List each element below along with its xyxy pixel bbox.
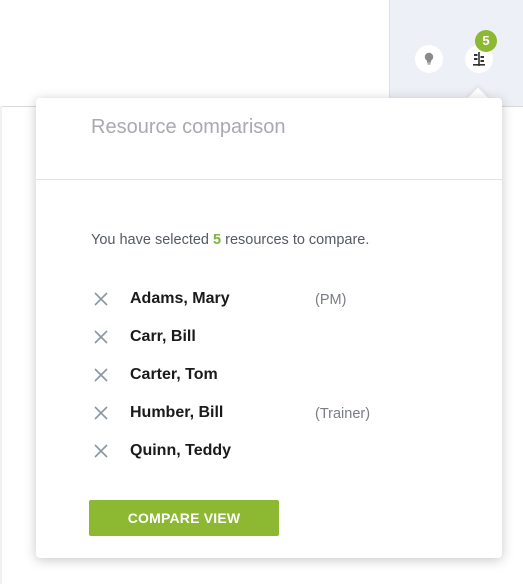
resource-comparison-popover: Resource comparison You have selected 5 … — [36, 98, 502, 558]
list-item: Quinn, Teddy — [36, 436, 502, 474]
resource-name: Adams, Mary — [130, 290, 230, 307]
resource-role: (PM) — [315, 292, 347, 308]
resource-role: (Trainer) — [315, 406, 371, 422]
compare-view-button[interactable]: COMPARE VIEW — [89, 500, 279, 536]
resource-name: Quinn, Teddy — [130, 442, 232, 459]
close-icon[interactable] — [92, 328, 110, 346]
list-item: Humber, Bill (Trainer) — [36, 398, 502, 436]
selection-count-badge: 5 — [475, 30, 497, 52]
close-icon[interactable] — [92, 404, 110, 422]
page-edge — [0, 106, 2, 584]
resource-name: Carter, Tom — [130, 366, 218, 383]
resource-name: Carr, Bill — [130, 328, 196, 345]
close-icon[interactable] — [92, 366, 110, 384]
close-icon[interactable] — [92, 290, 110, 308]
close-icon[interactable] — [92, 442, 110, 460]
list-item: Adams, Mary (PM) — [36, 284, 502, 322]
list-item: Carter, Tom — [36, 360, 502, 398]
list-item: Carr, Bill — [36, 322, 502, 360]
resource-name: Humber, Bill — [130, 404, 224, 421]
resource-list: Adams, Mary (PM) Carr, Bill Carter, Tom … — [36, 98, 502, 558]
lightbulb-icon[interactable] — [415, 45, 443, 73]
toolbar-panel — [389, 0, 523, 106]
